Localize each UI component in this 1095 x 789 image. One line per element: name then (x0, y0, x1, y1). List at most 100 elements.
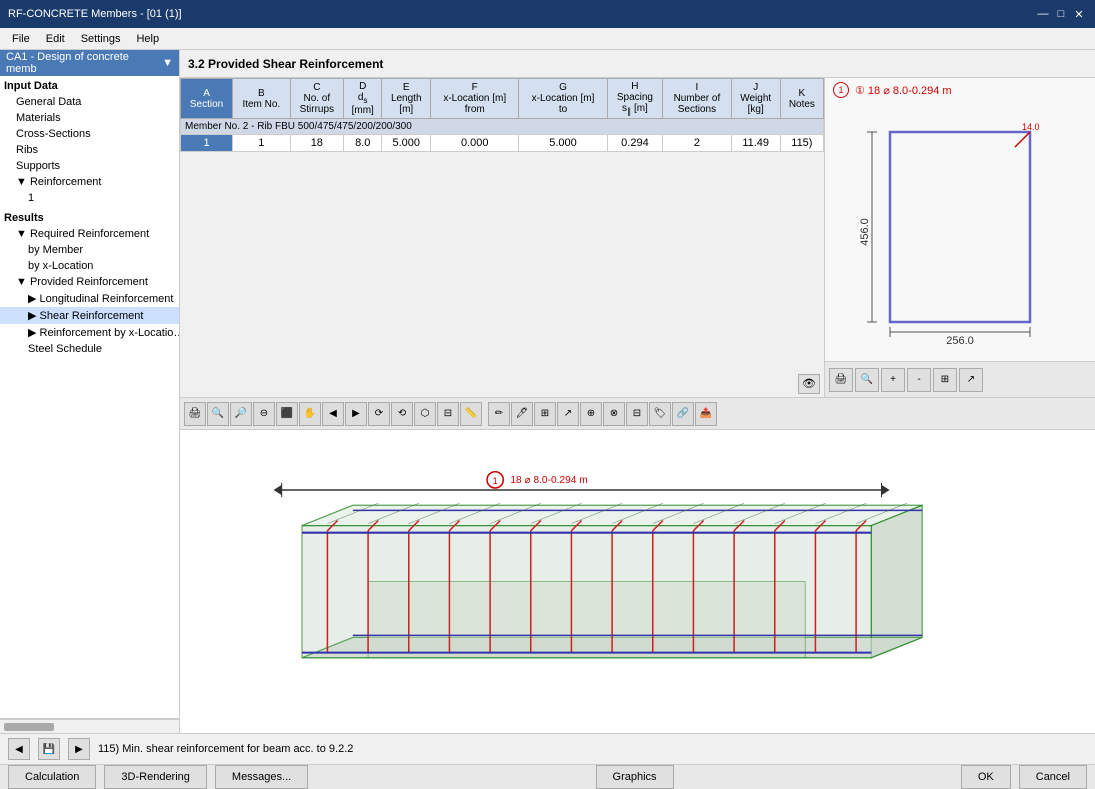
cell-stirrups: 18 (290, 135, 343, 152)
view-toolbar: 🖨 🔍 🔎 ⊖ ⬛ ✋ ◀ ▶ ⟳ ⟲ ⬡ ⊟ 📏 ✏ 🖊 ⊞ (180, 398, 1095, 430)
main-container: CA1 - Design of concrete memb ▼ Input Da… (0, 50, 1095, 785)
sidebar-item-results[interactable]: Results (0, 210, 179, 226)
nav-prev-btn[interactable]: ◀ (8, 738, 30, 760)
cs-print-btn[interactable]: 🖨 (829, 368, 853, 392)
graphics-button[interactable]: Graphics (596, 765, 674, 789)
sidebar-scrollbar[interactable] (0, 718, 179, 733)
cross-section-panel: 1 ① 18 ⌀ 8.0-0.294 m (825, 78, 1095, 397)
tree-expander-long: ▶ (28, 293, 40, 305)
cs-zoom-out-btn[interactable]: - (907, 368, 931, 392)
vt-btn-13[interactable]: 📏 (460, 402, 482, 426)
tree-expander-reinf-x: ▶ (28, 327, 40, 339)
top-split: ASection BItem No. CNo. ofStirrups Dds[m… (180, 78, 1095, 398)
cross-section-label: ① 18 ⌀ 8.0-0.294 m (855, 84, 952, 97)
sidebar-item-by-x-location[interactable]: by x-Location (0, 258, 179, 274)
vt-btn-18[interactable]: ⊕ (580, 402, 602, 426)
cross-section-header: 1 ① 18 ⌀ 8.0-0.294 m (825, 78, 1095, 102)
tree-expander-reinforcement: ▼ (16, 176, 30, 188)
section-title: 3.2 Provided Shear Reinforcement (188, 57, 383, 71)
vt-btn-22[interactable]: 🔗 (672, 402, 694, 426)
view-canvas: 1 18 ⌀ 8.0-0.294 m (180, 430, 1095, 733)
data-table: ASection BItem No. CNo. ofStirrups Dds[m… (180, 78, 824, 152)
nav-save-btn[interactable]: 💾 (38, 738, 60, 760)
col-header-g: Gx-Location [m]to (519, 79, 607, 119)
cs-zoom-in-btn[interactable]: + (881, 368, 905, 392)
cell-length: 5.000 (382, 135, 431, 152)
sidebar-dropdown[interactable]: CA1 - Design of concrete memb ▼ (0, 50, 179, 76)
col-header-f: Fx-Location [m]from (431, 79, 519, 119)
vt-btn-12[interactable]: ⊟ (437, 402, 459, 426)
menu-file[interactable]: File (4, 31, 38, 47)
sidebar-item-ribs[interactable]: Ribs (0, 142, 179, 158)
sidebar-item-reinforcement[interactable]: ▼ Reinforcement (0, 174, 179, 190)
sidebar-item-reinf-by-x[interactable]: ▶ Reinforcement by x-Locatio… (0, 324, 179, 341)
cs-fit-btn[interactable]: ⊞ (933, 368, 957, 392)
cell-sections: 2 (663, 135, 731, 152)
calculation-button[interactable]: Calculation (8, 765, 96, 789)
col-header-a: ASection (181, 79, 233, 119)
sidebar-item-provided-reinforcement[interactable]: ▼ Provided Reinforcement (0, 274, 179, 290)
vt-btn-3[interactable]: 🔎 (230, 402, 252, 426)
cross-section-tools: 🖨 🔍 + - ⊞ ↗ (825, 361, 1095, 397)
vt-btn-20[interactable]: ⊟ (626, 402, 648, 426)
svg-text:14.0: 14.0 (1022, 122, 1040, 132)
svg-text:256.0: 256.0 (946, 335, 974, 347)
table-view-btn[interactable]: 👁 (798, 374, 820, 394)
menu-help[interactable]: Help (128, 31, 167, 47)
cs-expand-btn[interactable]: ↗ (959, 368, 983, 392)
vt-btn-1[interactable]: 🖨 (184, 402, 206, 426)
cell-from: 0.000 (431, 135, 519, 152)
nav-next-btn[interactable]: ▶ (68, 738, 90, 760)
sidebar: CA1 - Design of concrete memb ▼ Input Da… (0, 50, 180, 733)
cell-ds: 8.0 (344, 135, 382, 152)
vt-btn-11[interactable]: ⬡ (414, 402, 436, 426)
svg-text:1: 1 (493, 476, 498, 486)
vt-btn-23[interactable]: 📤 (695, 402, 717, 426)
cancel-button[interactable]: Cancel (1019, 765, 1087, 789)
cs-circle-label: 1 (833, 82, 849, 98)
vt-btn-17[interactable]: ↗ (557, 402, 579, 426)
sidebar-item-general-data[interactable]: General Data (0, 94, 179, 110)
bottom-buttons: Calculation 3D-Rendering Messages... Gra… (0, 764, 1095, 789)
sidebar-item-supports[interactable]: Supports (0, 158, 179, 174)
sidebar-item-materials[interactable]: Materials (0, 110, 179, 126)
sidebar-item-longitudinal[interactable]: ▶ Longitudinal Reinforcement (0, 290, 179, 307)
vt-btn-16[interactable]: ⊞ (534, 402, 556, 426)
col-header-h: HSpacings∥ [m] (607, 79, 663, 119)
sidebar-item-by-member[interactable]: by Member (0, 242, 179, 258)
status-message: 115) Min. shear reinforcement for beam a… (98, 743, 353, 755)
sidebar-item-reinforcement-1[interactable]: 1 (0, 190, 179, 206)
messages-button[interactable]: Messages... (215, 765, 308, 789)
title-bar-title: RF-CONCRETE Members - [01 (1)] (8, 8, 182, 20)
sidebar-item-required-reinforcement[interactable]: ▼ Required Reinforcement (0, 226, 179, 242)
sidebar-item-shear[interactable]: ▶ Shear Reinforcement (0, 307, 179, 324)
vt-btn-21[interactable]: 🏷 (649, 402, 671, 426)
rendering-button[interactable]: 3D-Rendering (104, 765, 206, 789)
vt-btn-19[interactable]: ⊗ (603, 402, 625, 426)
vt-btn-4[interactable]: ⊖ (253, 402, 275, 426)
vt-btn-5[interactable]: ⬛ (276, 402, 298, 426)
member-row-label: Member No. 2 - Rib FBU 500/475/475/200/2… (181, 119, 824, 135)
minimize-button[interactable]: — (1035, 6, 1051, 22)
sidebar-item-cross-sections[interactable]: Cross-Sections (0, 126, 179, 142)
vt-btn-7[interactable]: ◀ (322, 402, 344, 426)
vt-btn-15[interactable]: 🖊 (511, 402, 533, 426)
maximize-button[interactable]: □ (1053, 6, 1069, 22)
vt-btn-10[interactable]: ⟲ (391, 402, 413, 426)
menu-edit[interactable]: Edit (38, 31, 73, 47)
vt-btn-6[interactable]: ✋ (299, 402, 321, 426)
ok-button[interactable]: OK (961, 765, 1011, 789)
sidebar-item-steel-schedule[interactable]: Steel Schedule (0, 341, 179, 357)
cs-search-btn[interactable]: 🔍 (855, 368, 879, 392)
sidebar-item-input-data[interactable]: Input Data (0, 78, 179, 94)
vt-btn-9[interactable]: ⟳ (368, 402, 390, 426)
content-area: CA1 - Design of concrete memb ▼ Input Da… (0, 50, 1095, 733)
close-button[interactable]: ✕ (1071, 6, 1087, 22)
view-separator-1 (483, 402, 487, 426)
vt-btn-8[interactable]: ▶ (345, 402, 367, 426)
svg-text:18 ⌀ 8.0-0.294 m: 18 ⌀ 8.0-0.294 m (510, 475, 587, 486)
menu-settings[interactable]: Settings (73, 31, 129, 47)
vt-btn-2[interactable]: 🔍 (207, 402, 229, 426)
vt-btn-14[interactable]: ✏ (488, 402, 510, 426)
table-row[interactable]: 1 1 18 8.0 5.000 0.000 5.000 0.294 2 1 (181, 135, 824, 152)
